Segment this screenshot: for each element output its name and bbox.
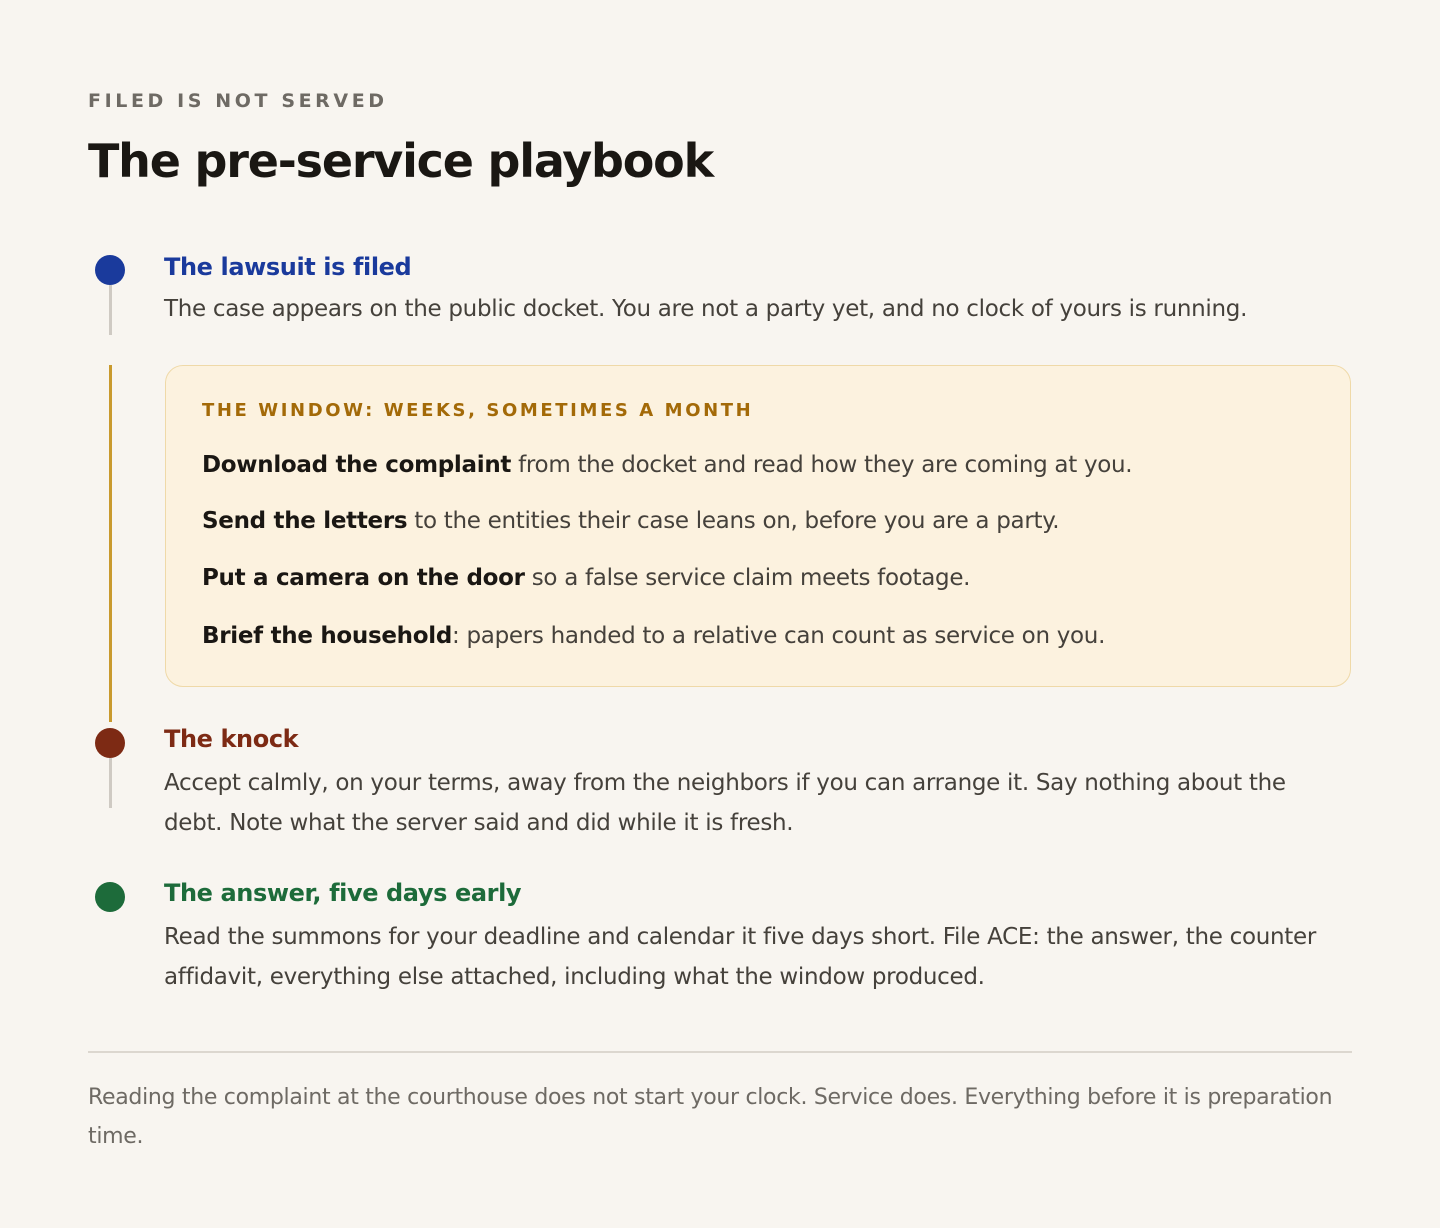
step-body-filed: The case appears on the public docket. Y…: [164, 296, 1248, 322]
window-item-text: : papers handed to a relative can count …: [452, 623, 1106, 649]
timeline-connector-filed: [108, 285, 112, 335]
window-item-text: to the entities their case leans on, bef…: [407, 508, 1060, 534]
timeline-connector-knock: [108, 758, 112, 808]
window-callout: THE WINDOW: WEEKS, SOMETIMES A MONTH Dow…: [165, 365, 1351, 687]
step-title-answer: The answer, five days early: [164, 879, 522, 907]
window-item-bold: Brief the household: [202, 623, 453, 649]
timeline-dot-answer: [95, 882, 125, 912]
timeline-dot-knock: [95, 728, 125, 758]
page-title: The pre-service playbook: [88, 134, 714, 188]
divider: [88, 1051, 1352, 1053]
window-item-text: from the docket and read how they are co…: [511, 452, 1133, 478]
page-eyebrow: FILED IS NOT SERVED: [88, 90, 388, 112]
step-body-answer: Read the summons for your deadline and c…: [164, 924, 1316, 990]
window-item-letters: Send the letters to the entities their c…: [202, 508, 1060, 534]
step-body-knock: Accept calmly, on your terms, away from …: [164, 770, 1286, 836]
window-item-text: so a false service claim meets footage.: [524, 565, 971, 591]
window-item-download: Download the complaint from the docket a…: [202, 452, 1133, 478]
footer-note: Reading the complaint at the courthouse …: [88, 1085, 1333, 1149]
window-title: THE WINDOW: WEEKS, SOMETIMES A MONTH: [202, 400, 754, 421]
window-item-household: Brief the household: papers handed to a …: [202, 623, 1105, 649]
step-title-filed: The lawsuit is filed: [164, 253, 412, 281]
timeline-connector-window: [108, 365, 112, 722]
timeline-dot-filed: [95, 255, 125, 285]
step-title-knock: The knock: [164, 725, 299, 753]
window-item-camera: Put a camera on the door so a false serv…: [202, 565, 971, 591]
window-item-bold: Send the letters: [202, 508, 408, 534]
window-item-bold: Download the complaint: [202, 452, 512, 478]
window-item-bold: Put a camera on the door: [202, 565, 525, 591]
